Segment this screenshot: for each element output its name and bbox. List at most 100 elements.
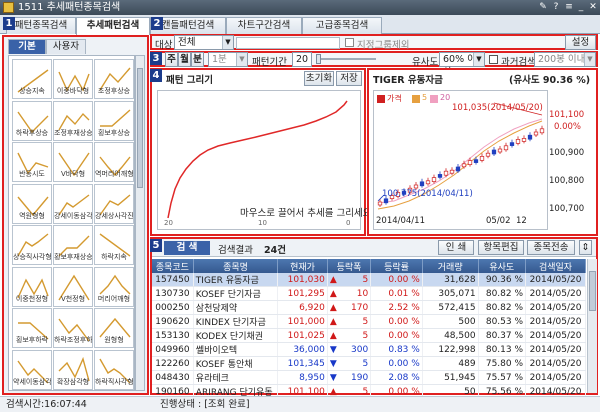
progress-status: 진행상태 : [조회 완료] — [160, 399, 250, 410]
table-row[interactable]: 190620 KINDEX 단기자금 101,000 ▲ 5 0.00 % 500 80.53… — [152, 314, 586, 330]
search-tab[interactable]: 검 색 — [164, 241, 210, 255]
pattern-item[interactable]: 원형형 — [94, 308, 134, 348]
col-price[interactable]: 현재가 — [277, 259, 328, 273]
pattern-label: 하락조정후하락 — [54, 336, 92, 344]
menu-icon[interactable]: ≡ — [563, 1, 575, 13]
candle-body — [377, 201, 383, 206]
past-search-select[interactable]: 200봉 이내 ▼ — [534, 52, 596, 67]
col-volume[interactable]: 거래량 — [422, 259, 479, 273]
reset-button[interactable]: 초기화 — [304, 71, 334, 86]
settings-button[interactable]: 설정 — [565, 35, 596, 50]
minute-select[interactable]: 1분 ▼ — [208, 52, 248, 67]
pattern-period-input[interactable]: 20 — [292, 52, 312, 67]
period-minute-button[interactable]: 분 — [191, 52, 204, 67]
change-value: 300 — [351, 344, 369, 355]
pattern-label: 하락후상승 — [15, 128, 49, 137]
sort-icon[interactable]: ⇕ — [579, 240, 592, 255]
pattern-item[interactable]: 하락조정후하락 — [53, 308, 93, 348]
col-date[interactable]: 검색일자 — [525, 259, 586, 273]
pattern-item[interactable]: 역머리어깨형 — [94, 142, 134, 182]
past-search-checkbox[interactable] — [489, 55, 498, 64]
period-bar: 주 월 분 1분▼ 패턴기간 20 유사도 60% 이상▼ 과거검색 200봉 … — [150, 51, 598, 78]
pattern-item[interactable]: 조정후재상승 — [53, 100, 93, 141]
cell-name: KOSEF 단기자금 — [193, 286, 279, 302]
col-rate[interactable]: 등락률 — [370, 259, 423, 273]
cell-name: 유라테크 — [193, 370, 279, 386]
pattern-scrollbar[interactable] — [135, 55, 145, 391]
candle-body — [455, 166, 461, 172]
table-row[interactable]: 153130 KODEX 단기채권 101,025 ▲ 5 0.00 % 48,500 80.… — [152, 328, 586, 344]
save-button[interactable]: 저장 — [336, 71, 362, 86]
tab-basic[interactable]: 기본 — [8, 39, 46, 54]
print-button[interactable]: 인 쇄 — [438, 240, 474, 255]
pattern-item[interactable]: 하락지속 — [94, 225, 134, 265]
pattern-period-slider-thumb[interactable] — [316, 54, 321, 64]
send-stocks-button[interactable]: 종목전송 — [527, 240, 575, 255]
close-icon[interactable]: ✕ — [587, 1, 599, 13]
pattern-item[interactable]: 하락직사각형 — [94, 349, 134, 390]
results-scrollbar[interactable] — [587, 259, 597, 393]
pattern-item[interactable]: 하락후상승 — [12, 100, 52, 141]
pattern-item[interactable]: V바닥형 — [53, 142, 93, 182]
table-row[interactable]: 048430 유라테크 8,950 ▼ 190 2.08 % 51,945 75.57 % 20… — [152, 370, 586, 386]
group-field[interactable] — [236, 37, 340, 49]
pattern-period-slider-track[interactable] — [316, 58, 376, 60]
pattern-item[interactable]: 확장삼각형 — [53, 349, 93, 390]
tab-advanced-search[interactable]: 고급종목검색 — [302, 17, 382, 34]
col-code[interactable]: 종목코드 — [152, 259, 194, 273]
tab-user[interactable]: 사용자 — [46, 39, 86, 54]
pattern-item[interactable]: 이중천정형 — [12, 266, 52, 307]
cell-code: 048430 — [152, 370, 194, 386]
cell-date: 2014/05/20 — [525, 342, 586, 358]
pattern-item[interactable]: 이중바닥형 — [53, 59, 93, 99]
badge-5: 5 — [150, 239, 162, 252]
cell-name: 삼천당제약 — [193, 300, 279, 316]
pattern-item[interactable]: 강세이동삼각 — [53, 183, 93, 224]
pattern-label: 이중천정형 — [15, 294, 49, 303]
cell-code: 190620 — [152, 314, 194, 330]
minimize-icon[interactable]: _ — [575, 1, 587, 13]
pattern-item[interactable]: 약세이동삼각 — [12, 349, 52, 390]
result-count: 24건 — [264, 245, 286, 256]
col-change[interactable]: 등락폭 — [327, 259, 372, 273]
pattern-item[interactable]: 강세상사각진형 — [94, 183, 134, 224]
help-icon[interactable]: ? — [550, 1, 562, 13]
col-similarity[interactable]: 유사도 — [478, 259, 527, 273]
table-row[interactable]: 049960 쎌바이오텍 36,000 ▼ 300 0.83 % 122,998 80.13 … — [152, 342, 586, 358]
link-icon[interactable]: ✎ — [537, 1, 549, 13]
pattern-item[interactable]: 반등시도 — [12, 142, 52, 182]
tab-chart-range-search[interactable]: 차트구간검색 — [226, 17, 302, 34]
tab-trend-pattern-search[interactable]: 추세패턴검색 — [76, 17, 150, 35]
pattern-item[interactable]: V천정형 — [53, 266, 93, 307]
pattern-label: 원형형 — [104, 336, 124, 344]
pattern-label: 조정후재상승 — [54, 128, 92, 137]
target-select[interactable]: 전체 ▼ — [174, 35, 234, 50]
tab-pattern-search[interactable]: 패턴종목검색 — [6, 17, 76, 34]
table-row[interactable]: 000250 삼천당제약 6,920 ▲ 170 2.52 % 572,415 80.82 %… — [152, 300, 586, 316]
edit-columns-button[interactable]: 항목편집 — [478, 240, 524, 255]
col-name[interactable]: 종목명 — [193, 259, 279, 273]
exclude-group-checkbox[interactable] — [345, 38, 354, 47]
chevron-down-icon: ▼ — [236, 53, 247, 66]
cell-volume: 500 — [422, 314, 479, 330]
pattern-item[interactable]: 횡보후상승 — [94, 100, 134, 141]
pattern-item[interactable]: 상승지속 — [12, 59, 52, 99]
cell-code: 153130 — [152, 328, 194, 344]
period-week-button[interactable]: 주 — [165, 52, 178, 67]
pattern-item[interactable]: 횡보후하락 — [12, 308, 52, 348]
pattern-item[interactable]: 머리어깨형 — [94, 266, 134, 307]
pattern-item[interactable]: 조정후상승 — [94, 59, 134, 99]
table-row[interactable]: 122260 KOSEF 통안채 101,345 ▼ 5 0.00 % 489 75.80 %… — [152, 356, 586, 372]
cell-change: ▼ 300 — [327, 342, 372, 358]
table-row[interactable]: 157450 TIGER 유동자금 101,030 ▲ 5 0.00 % 31,628 90.… — [152, 273, 586, 288]
table-row[interactable]: 130730 KOSEF 단기자금 101,295 ▲ 10 0.01 % 305,071 8… — [152, 286, 586, 302]
pattern-item[interactable]: 상승직사각형 — [12, 225, 52, 265]
similarity-select[interactable]: 60% 이상▼ — [439, 52, 485, 78]
pattern-item[interactable]: 역원형형 — [12, 183, 52, 224]
pattern-label: 역머리어깨형 — [95, 170, 133, 178]
draw-canvas[interactable]: 마우스로 끌어서 추세를 그리세요 20 10 0 — [157, 90, 371, 230]
period-month-button[interactable]: 월 — [178, 52, 191, 67]
title-bar: 1511 추세패턴종목검색 ✎ ? ≡ _ ✕ — [0, 0, 600, 15]
table-header: 종목코드 종목명 현재가 등락폭 등락률 거래량 유사도 검색일자 — [152, 259, 586, 273]
pattern-item[interactable]: 횡보후재상승 — [53, 225, 93, 265]
